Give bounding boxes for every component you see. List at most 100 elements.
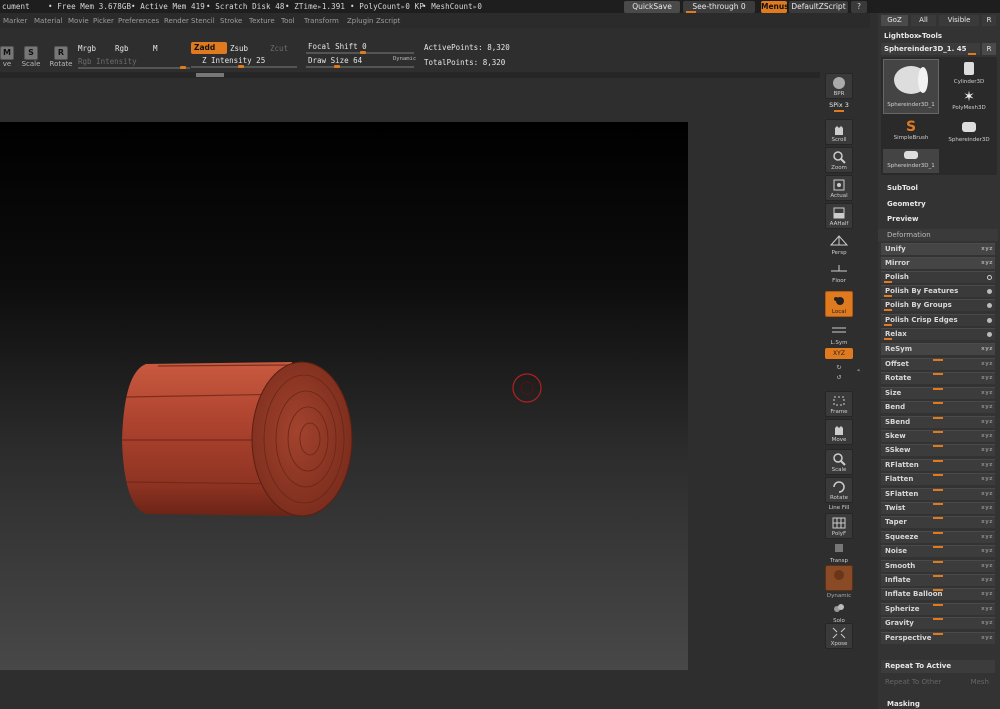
transp-button[interactable]: Transp	[825, 539, 853, 565]
dot-icon[interactable]	[987, 318, 992, 323]
menu-movie[interactable]: Movie	[68, 17, 89, 25]
shelf-scrollbar[interactable]	[0, 72, 820, 78]
axis-toggle-icon[interactable]: xyz	[981, 589, 993, 600]
axis-toggle-icon[interactable]: xyz	[981, 517, 993, 528]
axis-toggle-icon[interactable]: xyz	[981, 618, 993, 629]
thumb-polymesh3d[interactable]: ✶ PolyMesh3D	[943, 89, 995, 117]
deform-twist[interactable]: Twist xyz	[881, 502, 995, 514]
thumb-cylinder3d[interactable]: Cylinder3D	[943, 59, 995, 89]
axis-toggle-icon[interactable]: xyz	[981, 633, 993, 644]
m-button[interactable]: M	[153, 44, 158, 53]
floor-button[interactable]: Floor	[825, 259, 853, 285]
scale-button[interactable]: Scale	[825, 449, 853, 475]
mrgb-button[interactable]: Mrgb	[78, 44, 96, 53]
dynamic-toggle[interactable]: Dynamic	[393, 56, 416, 62]
axis-toggle-icon[interactable]: xyz	[981, 604, 993, 615]
axis-toggle-icon[interactable]: xyz	[981, 417, 993, 428]
all-button[interactable]: All	[911, 15, 936, 26]
aahalf-button[interactable]: AAHalf	[825, 203, 853, 229]
zadd-button[interactable]: Zadd	[191, 42, 227, 54]
axis-toggle-icon[interactable]: xyz	[981, 388, 993, 399]
current-tool-slider[interactable]: Sphereinder3D_1. 45	[881, 43, 980, 55]
zoom-button[interactable]: Zoom	[825, 147, 853, 173]
axis-toggle-icon[interactable]: xyz	[981, 344, 993, 355]
deform-spherize[interactable]: Spherize xyz	[881, 603, 995, 615]
masking-section[interactable]: Masking	[878, 698, 998, 709]
ghost-button[interactable]	[825, 565, 853, 591]
thumb-sphereinder3d[interactable]: Sphereinder3D	[943, 119, 995, 147]
menu-picker[interactable]: Picker	[93, 17, 114, 25]
deform-flatten[interactable]: Flatten xyz	[881, 473, 995, 485]
axis-toggle-icon[interactable]: xyz	[981, 575, 993, 586]
preview-section[interactable]: Preview	[878, 213, 998, 226]
deform-smooth[interactable]: Smooth xyz	[881, 560, 995, 572]
deform-size[interactable]: Size xyz	[881, 387, 995, 399]
deform-inflate[interactable]: Inflate xyz	[881, 574, 995, 586]
rotate-button[interactable]: Rotate	[825, 477, 853, 503]
deform-mirror[interactable]: Mirror xyz	[881, 257, 995, 269]
deform-polish-by-features[interactable]: Polish By Features	[881, 285, 995, 297]
menu-texture[interactable]: Texture	[249, 17, 275, 25]
dot-icon[interactable]	[987, 332, 992, 337]
document-canvas[interactable]	[0, 122, 688, 670]
zcut-button[interactable]: Zcut	[270, 44, 288, 53]
axis-toggle-icon[interactable]: xyz	[981, 445, 993, 456]
deform-sskew[interactable]: SSkew xyz	[881, 444, 995, 456]
z-intensity-slider[interactable]	[191, 65, 297, 68]
menu-marker[interactable]: Marker	[3, 17, 27, 25]
axis-toggle-icon[interactable]: xyz	[981, 359, 993, 370]
deform-noise[interactable]: Noise xyz	[881, 545, 995, 557]
menu-material[interactable]: Material	[34, 17, 62, 25]
draw-size-slider[interactable]	[306, 65, 414, 68]
default-zscript-button[interactable]: DefaultZScript	[789, 1, 848, 13]
bpr-button[interactable]: BPR	[825, 73, 853, 99]
deform-sflatten[interactable]: SFlatten xyz	[881, 488, 995, 500]
local-button[interactable]: Local	[825, 291, 853, 317]
shelf-scroll-thumb[interactable]	[196, 73, 224, 77]
deform-polish-by-groups[interactable]: Polish By Groups	[881, 299, 995, 311]
axis-toggle-icon[interactable]: xyz	[981, 373, 993, 384]
spix-slider[interactable]: SPix 3	[825, 101, 853, 112]
geometry-section[interactable]: Geometry	[878, 198, 998, 211]
subtool-section[interactable]: SubTool	[878, 182, 998, 195]
dot-icon[interactable]	[987, 289, 992, 294]
scale-mode-button[interactable]: S Scale	[20, 46, 42, 68]
menu-stroke[interactable]: Stroke	[220, 17, 242, 25]
deform-resym[interactable]: ReSym xyz	[881, 343, 995, 355]
menu-tool[interactable]: Tool	[281, 17, 295, 25]
move-mode-button[interactable]: Mve	[0, 46, 14, 68]
rgb-intensity-slider[interactable]	[78, 66, 190, 69]
deform-sbend[interactable]: SBend xyz	[881, 416, 995, 428]
zsub-button[interactable]: Zsub	[230, 44, 248, 53]
menu-render[interactable]: Render	[164, 17, 189, 25]
deform-gravity[interactable]: Gravity xyz	[881, 617, 995, 629]
thumb-sphereinder3d-1[interactable]: Sphereinder3D_1	[883, 59, 939, 114]
repeat-to-active-button[interactable]: Repeat To Active	[881, 660, 995, 673]
solo-button[interactable]: Solo	[825, 599, 853, 625]
axis-toggle-icon[interactable]: xyz	[981, 244, 993, 255]
thumb-sphereinder3d-1b[interactable]: Sphereinder3D_1	[883, 149, 939, 173]
menu-zplugin[interactable]: Zplugin	[347, 17, 373, 25]
axis-toggle-icon[interactable]: xyz	[981, 402, 993, 413]
deform-rflatten[interactable]: RFlatten xyz	[881, 459, 995, 471]
axis-toggle-icon[interactable]: xyz	[981, 561, 993, 572]
persp-button[interactable]: Persp	[825, 231, 853, 257]
deform-relax[interactable]: Relax	[881, 328, 995, 340]
goz-button[interactable]: GoZ	[881, 15, 908, 26]
actual-button[interactable]: Actual	[825, 175, 853, 201]
ring-icon[interactable]	[987, 275, 992, 280]
menu-zscript[interactable]: Zscript	[376, 17, 400, 25]
dot-icon[interactable]	[987, 303, 992, 308]
focal-shift-slider[interactable]	[306, 51, 414, 54]
deform-squeeze[interactable]: Squeeze xyz	[881, 531, 995, 543]
deform-polish[interactable]: Polish	[881, 271, 995, 283]
deform-offset[interactable]: Offset xyz	[881, 358, 995, 370]
thumb-simplebrush[interactable]: S SimpleBrush	[883, 119, 939, 147]
quicksave-button[interactable]: QuickSave	[624, 1, 680, 13]
lightbox-tools-button[interactable]: Lightbox▸Tools	[878, 30, 998, 43]
deformation-section[interactable]: Deformation	[878, 229, 998, 241]
axis-toggle-icon[interactable]: xyz	[981, 546, 993, 557]
menu-stencil[interactable]: Stencil	[191, 17, 215, 25]
move-button[interactable]: Move	[825, 419, 853, 445]
r-button[interactable]: R	[982, 43, 996, 55]
